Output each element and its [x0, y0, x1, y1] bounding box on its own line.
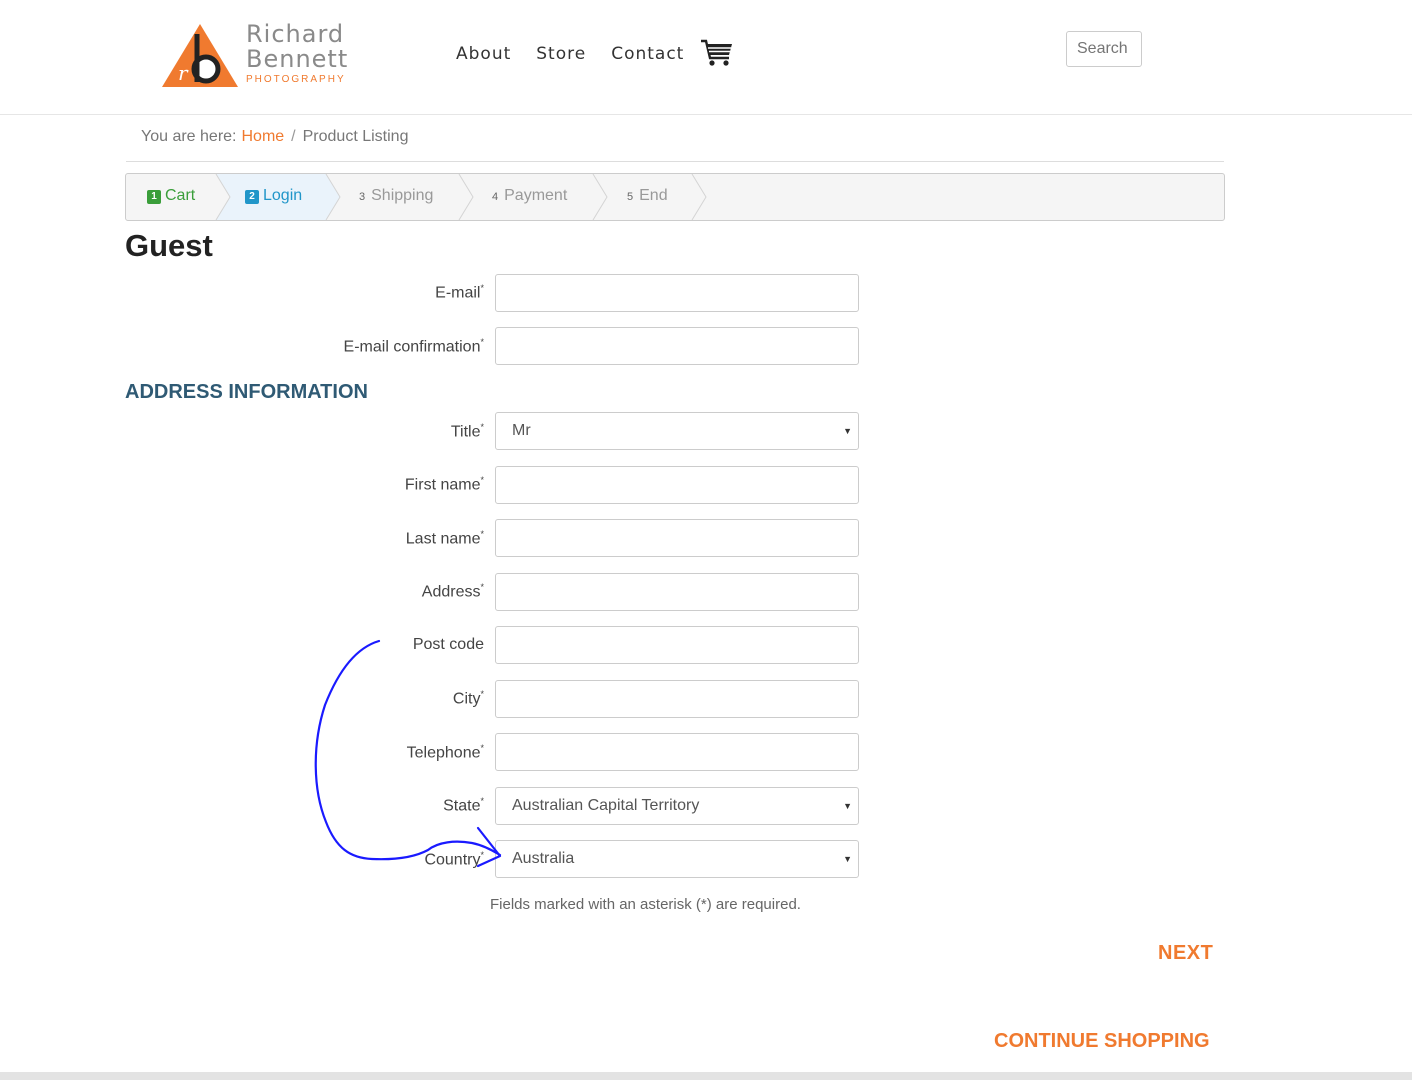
required-marker: * — [480, 337, 484, 347]
step-cart-label: Cart — [165, 187, 196, 204]
title-select-value: Mr — [512, 422, 531, 439]
step-end: 5 End — [627, 187, 668, 205]
address-label: Address* — [422, 582, 484, 601]
last-name-field[interactable] — [495, 519, 859, 557]
first-name-label-text: First name — [404, 476, 481, 494]
next-button[interactable]: NEXT — [1158, 942, 1213, 965]
step-cart[interactable]: 1 Cart — [147, 187, 195, 205]
step-login[interactable]: 2 Login — [245, 187, 302, 205]
nav-contact[interactable]: Contact — [611, 44, 684, 64]
nav-about[interactable]: About — [456, 44, 511, 64]
step-payment-label: Payment — [504, 187, 568, 204]
logo-mark-icon: r — [162, 24, 238, 87]
state-label: State* — [443, 796, 484, 815]
first-name-field[interactable] — [495, 466, 859, 504]
email-confirm-label-text: E-mail confirmation — [343, 338, 481, 356]
address-label-text: Address — [421, 583, 481, 601]
required-fields-note: Fields marked with an asterisk (*) are r… — [490, 896, 801, 913]
post-code-field[interactable] — [495, 626, 859, 664]
footer-bar — [0, 1072, 1412, 1080]
cart-icon[interactable] — [700, 38, 734, 68]
step-payment-number: 4 — [492, 191, 499, 203]
required-marker: * — [480, 283, 484, 293]
first-name-label: First name* — [405, 475, 484, 494]
nav-store[interactable]: Store — [536, 44, 586, 64]
last-name-label: Last name* — [406, 529, 484, 548]
email-confirm-label: E-mail confirmation* — [344, 337, 484, 356]
last-name-label-text: Last name — [405, 530, 481, 548]
chevron-down-icon: ▼ — [843, 854, 852, 864]
step-login-number: 2 — [245, 190, 259, 204]
required-marker: * — [480, 529, 484, 539]
checkout-steps: 1 Cart 2 Login 3 Shipping 4 Payment 5 End — [125, 173, 1225, 221]
continue-shopping-button[interactable]: CONTINUE SHOPPING — [994, 1030, 1210, 1053]
step-shipping-label: Shipping — [371, 187, 434, 204]
svg-text:r: r — [178, 61, 189, 85]
city-label-text: City — [452, 690, 481, 708]
post-code-label: Post code — [412, 636, 484, 653]
step-end-label: End — [639, 187, 668, 204]
step-login-label: Login — [263, 187, 303, 204]
address-section-title: ADDRESS INFORMATION — [125, 381, 368, 403]
required-marker: * — [480, 689, 484, 699]
breadcrumb-home-link[interactable]: Home — [241, 128, 284, 145]
title-label: Title* — [451, 422, 484, 441]
chevron-down-icon: ▼ — [843, 801, 852, 811]
breadcrumb-current: Product Listing — [302, 128, 409, 145]
email-label-text: E-mail — [435, 284, 481, 302]
step-shipping-number: 3 — [359, 191, 366, 203]
email-field[interactable] — [495, 274, 859, 312]
telephone-label-text: Telephone — [406, 744, 481, 762]
required-marker: * — [480, 743, 484, 753]
step-end-number: 5 — [627, 191, 634, 203]
email-label: E-mail* — [435, 283, 484, 302]
chevron-down-icon: ▼ — [843, 426, 852, 436]
required-marker: * — [480, 475, 484, 485]
title-select[interactable]: Mr ▼ — [495, 412, 859, 450]
step-cart-number: 1 — [147, 190, 161, 204]
main-nav: About Store Contact — [456, 44, 684, 64]
state-label-text: State — [443, 797, 481, 815]
brand-logo[interactable]: r Richard Bennett PHOTOGRAPHY — [160, 22, 350, 92]
city-label: City* — [453, 689, 484, 708]
country-label: Country* — [424, 850, 484, 869]
step-shipping: 3 Shipping — [359, 187, 433, 205]
required-marker: * — [480, 796, 484, 806]
telephone-label: Telephone* — [407, 743, 484, 762]
required-marker: * — [480, 422, 484, 432]
page-title: Guest — [125, 228, 213, 263]
breadcrumb-divider — [126, 161, 1224, 162]
city-field[interactable] — [495, 680, 859, 718]
country-select[interactable]: Australia ▼ — [495, 840, 859, 878]
email-confirm-field[interactable] — [495, 327, 859, 365]
breadcrumb-prefix: You are here: — [141, 128, 237, 145]
title-label-text: Title — [450, 423, 481, 441]
country-select-value: Australia — [512, 850, 575, 867]
brand-line1: Richard — [246, 20, 345, 48]
country-label-text: Country — [424, 851, 481, 869]
site-header: r Richard Bennett PHOTOGRAPHY About Stor… — [0, 0, 1412, 115]
step-payment: 4 Payment — [492, 187, 567, 205]
brand-name: Richard Bennett PHOTOGRAPHY — [246, 20, 349, 86]
search-input[interactable] — [1066, 31, 1142, 67]
telephone-field[interactable] — [495, 733, 859, 771]
required-marker: * — [480, 582, 484, 592]
breadcrumb: You are here: Home / Product Listing — [141, 128, 408, 146]
state-select-value: Australian Capital Territory — [512, 797, 700, 814]
breadcrumb-separator: / — [291, 128, 296, 145]
brand-line2: Bennett — [246, 45, 349, 73]
address-field[interactable] — [495, 573, 859, 611]
required-marker: * — [480, 850, 484, 860]
brand-tagline: PHOTOGRAPHY — [246, 74, 346, 85]
state-select[interactable]: Australian Capital Territory ▼ — [495, 787, 859, 825]
